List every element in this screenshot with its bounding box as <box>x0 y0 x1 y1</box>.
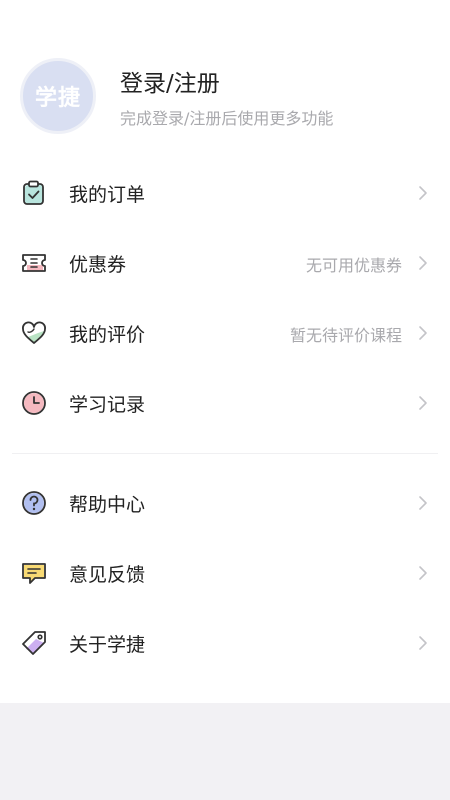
menu-item-coupons[interactable]: 优惠券 无可用优惠券 <box>0 228 450 298</box>
menu-item-feedback[interactable]: 意见反馈 <box>0 538 450 608</box>
menu-card: 学捷 登录/注册 完成登录/注册后使用更多功能 我的订单 优惠券 无可用优惠券 … <box>0 0 450 703</box>
menu-item-label: 我的订单 <box>69 184 146 206</box>
login-register-subtitle: 完成登录/注册后使用更多功能 <box>120 109 334 128</box>
profile-page: 学捷 登录/注册 完成登录/注册后使用更多功能 我的订单 优惠券 无可用优惠券 … <box>0 0 450 800</box>
main-menu: 我的订单 优惠券 无可用优惠券 我的评价 暂无待评价课程 学习记录 <box>0 158 450 438</box>
menu-item-reviews[interactable]: 我的评价 暂无待评价课程 <box>0 298 450 368</box>
menu-item-orders[interactable]: 我的订单 <box>0 158 450 228</box>
chevron-right-icon <box>419 636 427 650</box>
review-status: 暂无待评价课程 <box>289 326 402 345</box>
heart-icon <box>22 321 46 344</box>
chevron-right-icon <box>419 186 427 200</box>
menu-item-label: 关于学捷 <box>69 634 146 656</box>
menu-item-label: 我的评价 <box>69 324 146 346</box>
coupon-status: 无可用优惠券 <box>305 256 402 275</box>
menu-item-study-history[interactable]: 学习记录 <box>0 368 450 438</box>
section-divider <box>12 453 438 454</box>
menu-item-label: 优惠券 <box>69 254 127 276</box>
login-register-title[interactable]: 登录/注册 <box>120 64 220 98</box>
secondary-menu: 帮助中心 意见反馈 关于学捷 <box>0 468 450 678</box>
chevron-right-icon <box>419 256 427 270</box>
chevron-right-icon <box>419 326 427 340</box>
chevron-right-icon <box>419 496 427 510</box>
menu-item-label: 学习记录 <box>69 394 146 416</box>
chevron-right-icon <box>419 566 427 580</box>
menu-item-help-center[interactable]: 帮助中心 <box>0 468 450 538</box>
help-circle-icon <box>22 491 46 515</box>
menu-item-label: 意见反馈 <box>69 564 146 586</box>
menu-item-about[interactable]: 关于学捷 <box>0 608 450 678</box>
feedback-message-icon <box>22 563 46 584</box>
avatar[interactable]: 学捷 <box>20 58 96 134</box>
ticket-icon <box>22 254 46 272</box>
clock-icon <box>22 391 46 415</box>
login-header[interactable]: 学捷 登录/注册 完成登录/注册后使用更多功能 <box>20 58 430 138</box>
menu-item-label: 帮助中心 <box>69 494 146 516</box>
clipboard-check-icon <box>23 180 44 205</box>
chevron-right-icon <box>419 396 427 410</box>
tag-icon <box>22 631 46 655</box>
